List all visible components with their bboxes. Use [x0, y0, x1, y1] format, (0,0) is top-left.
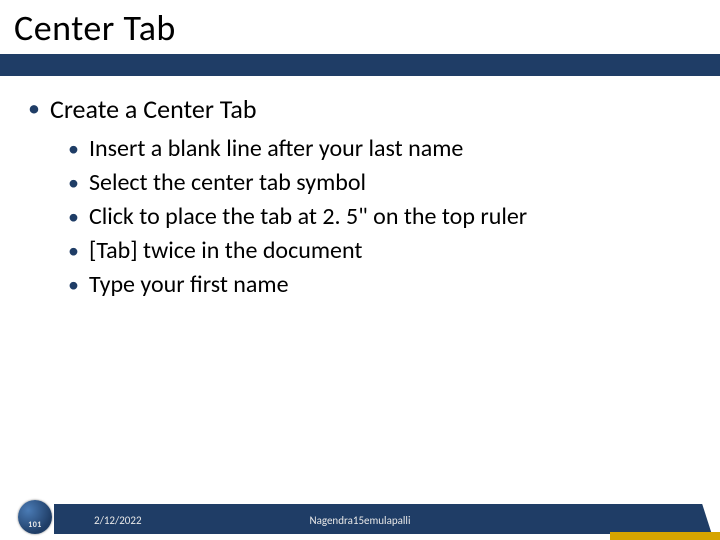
bullet-icon: • — [68, 134, 79, 164]
list-item-text: Select the center tab symbol — [89, 168, 366, 198]
footer: 2/12/2022 Nagendra15emulapalli — [0, 494, 720, 540]
footer-accent — [610, 532, 720, 540]
list-item: • Type your first name — [68, 270, 702, 300]
content-area: • Create a Center Tab • Insert a blank l… — [0, 76, 720, 300]
footer-author: Nagendra15emulapalli — [0, 514, 720, 527]
list-item-text: Create a Center Tab — [50, 94, 257, 124]
list-item-text: Insert a blank line after your last name — [89, 134, 463, 164]
list-item: • Insert a blank line after your last na… — [68, 134, 702, 164]
bullet-icon: • — [28, 94, 40, 124]
list-item: • Click to place the tab at 2. 5" on the… — [68, 202, 702, 232]
bullet-icon: • — [68, 270, 79, 300]
bullet-icon: • — [68, 168, 79, 198]
list-item: • Create a Center Tab — [28, 94, 702, 124]
list-item-text: Type your first name — [89, 270, 289, 300]
slide: Center Tab • Create a Center Tab • Inser… — [0, 0, 720, 540]
bullet-list-level2: • Insert a blank line after your last na… — [68, 134, 702, 300]
list-item: • Select the center tab symbol — [68, 168, 702, 198]
title-area: Center Tab — [0, 0, 720, 50]
bullet-icon: • — [68, 202, 79, 232]
list-item-text: Click to place the tab at 2. 5" on the t… — [89, 202, 527, 232]
bullet-icon: • — [68, 236, 79, 266]
slide-title: Center Tab — [14, 6, 706, 50]
bullet-list-level1: • Create a Center Tab — [28, 94, 702, 124]
title-underline — [0, 54, 720, 76]
list-item-text: [Tab] twice in the document — [89, 236, 362, 266]
list-item: • [Tab] twice in the document — [68, 236, 702, 266]
